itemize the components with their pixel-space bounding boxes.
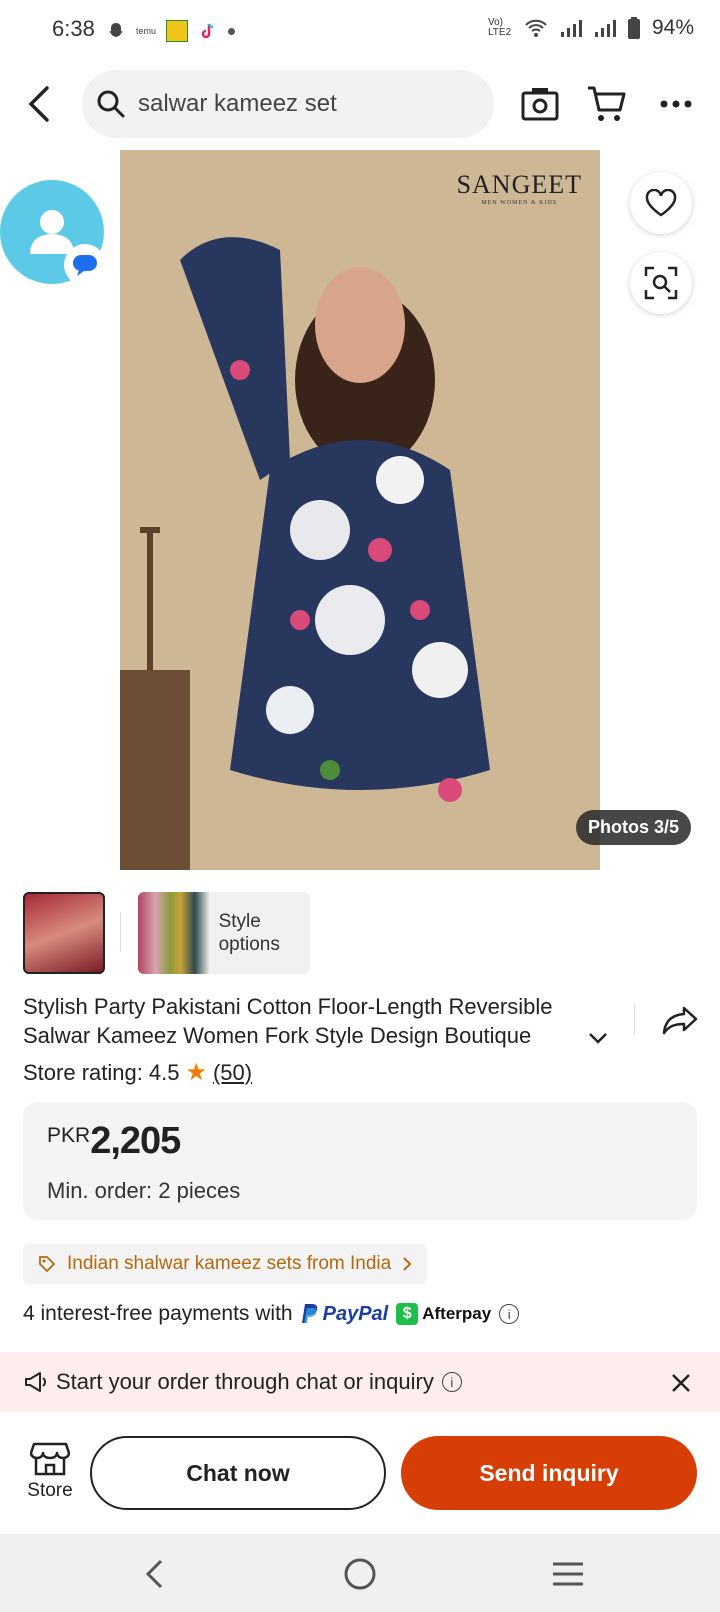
- network-label: Vo) LTE2: [487, 17, 512, 38]
- paypal-logo: PayPal: [301, 1302, 389, 1326]
- chat-now-button[interactable]: Chat now: [90, 1436, 386, 1510]
- temu-icon: temu: [136, 26, 157, 36]
- price-card: PKR 2,205 Min. order: 2 pieces: [23, 1102, 697, 1220]
- chevron-right-icon: [403, 1257, 412, 1271]
- battery-level: 94%: [651, 16, 694, 39]
- afterpay-label: Afterpay: [422, 1304, 492, 1323]
- banner-info-icon[interactable]: i: [441, 1372, 462, 1392]
- tiktok-icon: [201, 23, 214, 39]
- cart-icon: [588, 86, 626, 121]
- signal-icon-2: [594, 20, 616, 37]
- star-icon: ★: [185, 1059, 207, 1086]
- app-icon: [166, 20, 189, 42]
- paypal-icon: [301, 1304, 317, 1323]
- thumbnail-selected[interactable]: [23, 892, 105, 974]
- price-row: PKR 2,205: [47, 1120, 181, 1163]
- cart-button[interactable]: [582, 80, 630, 128]
- promo-text: Indian shalwar kameez sets from India: [67, 1253, 392, 1274]
- notification-icons: temu: [106, 18, 236, 44]
- style-options-thumbnail: [138, 892, 209, 974]
- product-title: Stylish Party Pakistani Cotton Floor-Len…: [23, 994, 553, 1048]
- camera-icon: [521, 88, 559, 121]
- store-button[interactable]: Store: [22, 1440, 78, 1512]
- back-button[interactable]: [18, 82, 62, 126]
- visual-search-button[interactable]: [630, 252, 692, 314]
- rating-count-link[interactable]: (50): [213, 1060, 252, 1086]
- snapchat-icon: [109, 23, 123, 37]
- tag-icon: [39, 1256, 56, 1273]
- chat-banner: Start your order through chat or inquiry…: [0, 1352, 720, 1412]
- promo-link[interactable]: Indian shalwar kameez sets from India: [23, 1244, 428, 1284]
- more-options-button[interactable]: [652, 80, 700, 128]
- favorite-button[interactable]: [630, 172, 692, 234]
- chat-bubble-icon: [73, 255, 97, 276]
- title-separator: [634, 1004, 635, 1034]
- chat-banner-text: Start your order through chat or inquiry: [56, 1369, 434, 1394]
- battery-icon: [627, 17, 640, 39]
- wifi-icon: [525, 19, 547, 37]
- back-arrow-icon: [28, 86, 49, 122]
- chevron-down-icon[interactable]: [584, 1024, 612, 1052]
- status-bar: 6:38 temu Vo) LTE2 94%: [0, 0, 720, 60]
- heart-icon: [645, 189, 677, 217]
- nav-home-icon: [344, 1558, 376, 1590]
- scan-search-icon: [644, 266, 678, 300]
- send-inquiry-button[interactable]: Send inquiry: [401, 1436, 697, 1510]
- brand-tagline: MEN WOMEN & KIDS: [481, 200, 558, 206]
- price-currency: PKR: [47, 1124, 91, 1147]
- brand-name: SANGEET: [456, 170, 582, 199]
- nav-back-icon: [145, 1559, 163, 1589]
- paypal-label: PayPal: [322, 1302, 389, 1325]
- status-indicators: Vo) LTE2 94%: [488, 16, 694, 40]
- payment-options: 4 interest-free payments with PayPal $ A…: [23, 1302, 520, 1326]
- megaphone-icon: [25, 1372, 46, 1392]
- share-icon[interactable]: [660, 1000, 700, 1040]
- chat-bubble-badge: [64, 244, 106, 286]
- nav-home-button[interactable]: [336, 1550, 384, 1598]
- brand-logo: SANGEET MEN WOMEN & KIDS: [457, 170, 582, 206]
- payment-text: 4 interest-free payments with: [23, 1302, 293, 1325]
- search-query: salwar kameez set: [138, 90, 337, 117]
- close-icon[interactable]: [666, 1368, 696, 1398]
- store-label: Store: [27, 1480, 73, 1501]
- price-value: 2,205: [90, 1120, 181, 1162]
- model-illustration: [120, 150, 600, 870]
- style-options-button[interactable]: Style options: [138, 892, 310, 974]
- style-options-label: Style options: [218, 911, 280, 955]
- signal-icon: [560, 20, 582, 37]
- store-rating: Store rating: 4.5 ★ (50): [23, 1058, 252, 1087]
- nav-recents-button[interactable]: [544, 1550, 592, 1598]
- rating-label: Store rating:: [23, 1059, 143, 1085]
- product-image[interactable]: SANGEET MEN WOMEN & KIDS: [120, 150, 600, 870]
- afterpay-logo: $ Afterpay: [396, 1303, 491, 1325]
- afterpay-icon: $: [396, 1303, 419, 1325]
- status-time: 6:38: [52, 16, 95, 41]
- min-order: Min. order: 2 pieces: [47, 1178, 241, 1203]
- search-input[interactable]: salwar kameez set: [82, 70, 494, 138]
- nav-back-button[interactable]: [130, 1550, 178, 1598]
- more-icon: [660, 100, 692, 108]
- dot-icon: [228, 27, 236, 35]
- nav-menu-icon: [553, 1562, 583, 1586]
- thumbnail-divider: [120, 912, 121, 952]
- photos-counter: Photos 3/5: [576, 810, 692, 845]
- info-icon[interactable]: i: [499, 1304, 520, 1324]
- rating-value: 4.5: [148, 1059, 180, 1085]
- store-icon: [30, 1442, 70, 1476]
- image-search-button[interactable]: [516, 80, 564, 128]
- search-icon: [97, 90, 125, 118]
